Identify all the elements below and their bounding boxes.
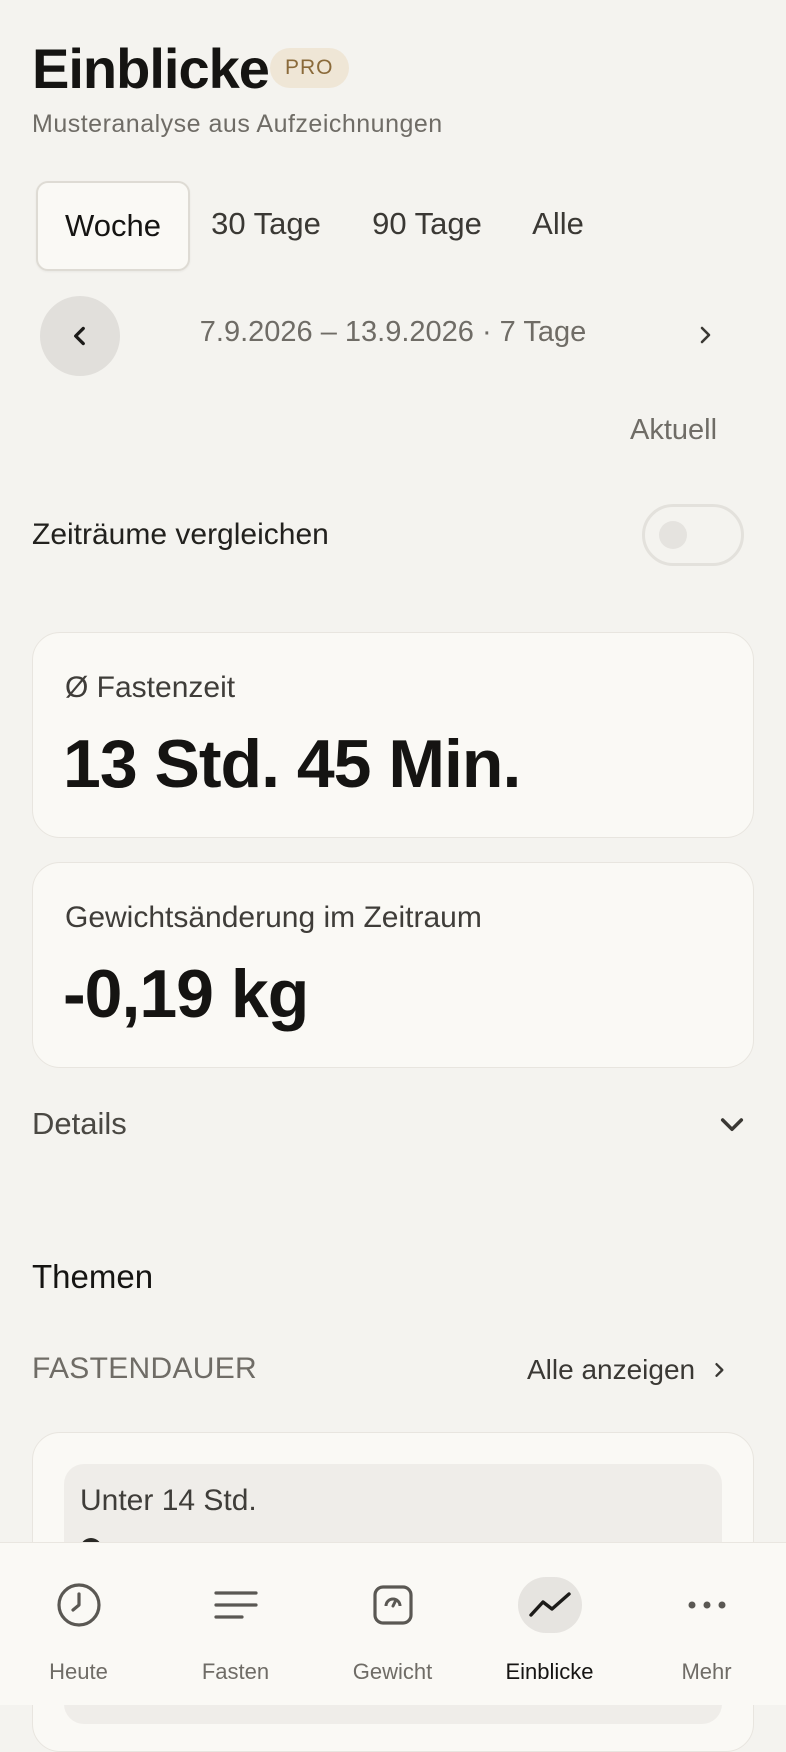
nav-item-gewicht[interactable]: Gewicht xyxy=(314,1543,471,1705)
chevron-left-icon xyxy=(74,326,85,346)
nav-label-fasten: Fasten xyxy=(201,1659,270,1684)
show-all-label: Alle anzeigen xyxy=(527,1354,696,1385)
nav-label-mehr: Mehr xyxy=(681,1659,732,1684)
scale-icon xyxy=(361,1579,425,1631)
details-toggle-label[interactable]: Details xyxy=(32,1106,127,1142)
section-title-fastendauer: FASTENDAUER xyxy=(32,1352,258,1385)
chevron-right-icon xyxy=(715,1363,724,1377)
weight-change-card: Gewichtsänderung im Zeitraum -0,19 kg xyxy=(32,862,754,1068)
nav-label-heute: Heute xyxy=(49,1659,108,1684)
themes-heading: Themen xyxy=(32,1258,154,1295)
tab-30-tage[interactable]: 30 Tage xyxy=(196,181,336,267)
chevron-right-icon xyxy=(700,326,711,344)
bottom-navigation: Heute Fasten Gewicht Einblicke Mehr xyxy=(0,1542,786,1705)
next-period-button[interactable] xyxy=(680,310,730,360)
nav-label-einblicke: Einblicke xyxy=(505,1659,594,1684)
show-all-link[interactable]: Alle anzeigen xyxy=(527,1354,729,1386)
toggle-knob xyxy=(659,521,687,549)
nav-item-fasten[interactable]: Fasten xyxy=(157,1543,314,1705)
more-icon xyxy=(675,1579,739,1631)
page-subtitle: Musteranalyse aus Aufzeichnungen xyxy=(32,110,443,138)
avg-fasting-card: Ø Fastenzeit 13 Std. 45 Min. xyxy=(32,632,754,838)
trend-icon xyxy=(517,1577,582,1633)
clock-icon xyxy=(47,1579,111,1631)
tab-woche[interactable]: Woche xyxy=(36,181,190,271)
weight-change-value: -0,19 kg xyxy=(63,956,309,1032)
page-title: Einblicke xyxy=(32,37,270,100)
nav-item-mehr[interactable]: Mehr xyxy=(628,1543,785,1705)
chevron-down-icon xyxy=(720,1118,744,1132)
period-range: 7.9.2026 – 13.9.2026 · 7 Tage xyxy=(199,316,587,348)
theme-card-title: Unter 14 Std. xyxy=(80,1484,257,1517)
avg-fasting-value: 13 Std. 45 Min. xyxy=(63,726,521,802)
pro-badge: PRO xyxy=(270,48,349,88)
details-expand-button[interactable] xyxy=(716,1108,748,1140)
nav-item-einblicke[interactable]: Einblicke xyxy=(471,1543,628,1705)
current-period-link[interactable]: Aktuell xyxy=(630,414,717,447)
tab-90-tage[interactable]: 90 Tage xyxy=(356,181,498,267)
compare-periods-label: Zeiträume vergleichen xyxy=(32,518,329,551)
compare-periods-toggle[interactable] xyxy=(642,504,744,566)
tab-alle[interactable]: Alle xyxy=(516,181,600,267)
nav-label-gewicht: Gewicht xyxy=(352,1659,433,1684)
nav-item-heute[interactable]: Heute xyxy=(0,1543,157,1705)
weight-change-label: Gewichtsänderung im Zeitraum xyxy=(65,901,482,934)
avg-fasting-label: Ø Fastenzeit xyxy=(65,671,236,704)
previous-period-button[interactable] xyxy=(40,296,120,376)
lines-icon xyxy=(204,1579,268,1631)
